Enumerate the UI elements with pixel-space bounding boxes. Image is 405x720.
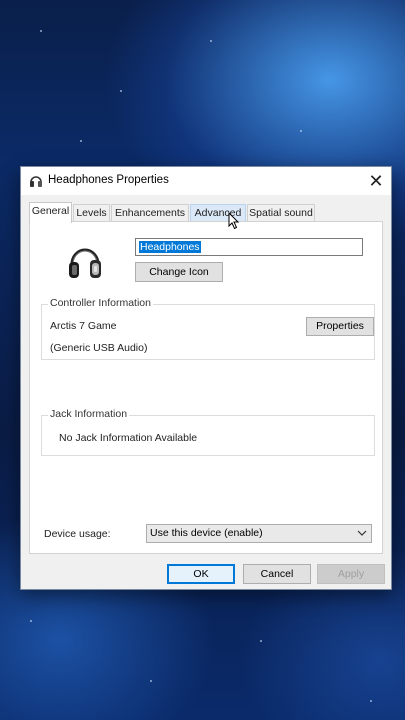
device-usage-value: Use this device (enable) [150, 527, 263, 539]
headphones-device-icon [69, 248, 101, 278]
controller-information-group: Controller Information Arctis 7 Game (Ge… [41, 297, 375, 360]
tab-general[interactable]: General [29, 202, 72, 223]
jack-status: No Jack Information Available [59, 432, 198, 444]
headphones-icon [30, 176, 42, 187]
controller-name: Arctis 7 Game [50, 320, 117, 332]
jack-information-group: Jack Information No Jack Information Ava… [41, 408, 375, 456]
jack-group-title: Jack Information [48, 408, 130, 420]
close-button[interactable]: ✕ [361, 167, 391, 195]
device-name-value: Headphones [139, 241, 201, 253]
mouse-cursor-icon [228, 212, 240, 230]
general-tab-panel: Headphones Change Icon Controller Inform… [29, 221, 383, 554]
device-name-field[interactable]: Headphones [135, 238, 363, 256]
close-icon: ✕ [368, 171, 384, 191]
tab-levels[interactable]: Levels [73, 204, 110, 222]
controller-properties-button[interactable]: Properties [306, 317, 374, 336]
title-bar[interactable]: Headphones Properties ✕ [21, 167, 391, 195]
headphones-properties-dialog: Headphones Properties ✕ General Levels E… [20, 166, 392, 590]
apply-button: Apply [317, 564, 385, 584]
cancel-button[interactable]: Cancel [243, 564, 311, 584]
device-usage-select[interactable]: Use this device (enable) [146, 524, 372, 543]
device-usage-label: Device usage: [44, 528, 111, 540]
controller-group-title: Controller Information [48, 297, 153, 309]
chevron-down-icon [357, 530, 367, 536]
controller-driver: (Generic USB Audio) [50, 342, 148, 354]
tab-spatial-sound[interactable]: Spatial sound [247, 204, 315, 222]
window-title: Headphones Properties [48, 174, 169, 186]
ok-button[interactable]: OK [167, 564, 235, 584]
tab-enhancements[interactable]: Enhancements [111, 204, 189, 222]
change-icon-button[interactable]: Change Icon [135, 262, 223, 282]
